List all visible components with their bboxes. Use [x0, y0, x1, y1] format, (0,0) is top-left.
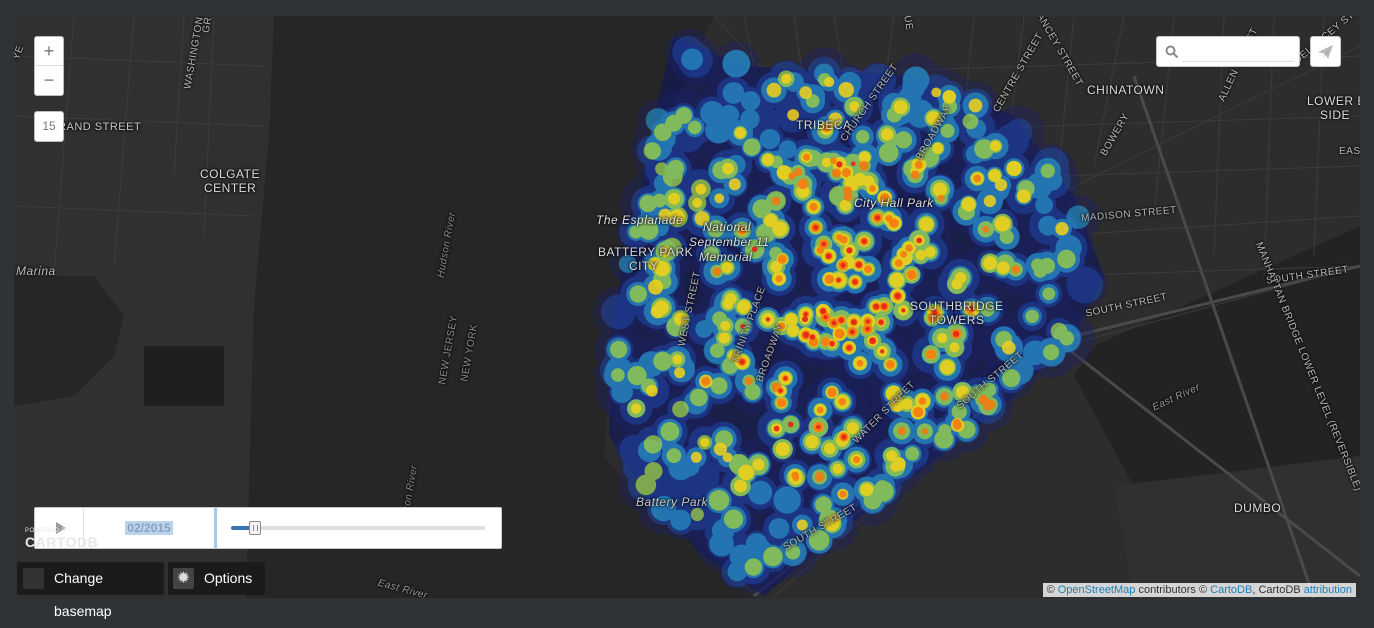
date-label: 02/2015 [125, 521, 173, 535]
map-label-southbridge-1: SOUTHBRIDGE [910, 299, 1004, 313]
zoom-level-indicator: 15 [34, 111, 64, 142]
time-slider-date: 02/2015 [84, 508, 214, 548]
map-label-east: EAST [1339, 146, 1360, 157]
map-label-marina: Marina [16, 264, 56, 278]
map-label-chinatown: CHINATOWN [1087, 83, 1165, 97]
attribution-link[interactable]: attribution [1304, 584, 1352, 596]
zoom-out-button[interactable]: − [35, 66, 63, 94]
map-label-colgate: COLGATE [200, 167, 260, 181]
cartodb-link[interactable]: CartoDB [1210, 584, 1252, 596]
map-label-battery-park: Battery Park [636, 495, 709, 509]
options-label: Options [204, 570, 253, 586]
paper-plane-icon [1318, 45, 1333, 59]
openstreetmap-link[interactable]: OpenStreetMap [1058, 584, 1136, 596]
gear-icon: ✹ [173, 568, 194, 589]
map-label-greenwich: GR [200, 16, 215, 34]
cartodb-logo: POWERED BY CARTODB [25, 528, 98, 549]
slider-track[interactable] [231, 526, 485, 530]
logo-name: CARTODB [25, 534, 99, 550]
slider-handle[interactable] [248, 521, 261, 535]
change-basemap-label: Change basemap [54, 570, 112, 619]
zoom-in-button[interactable]: + [35, 37, 63, 65]
time-slider: 02/2015 [34, 507, 502, 549]
search-icon [1165, 45, 1179, 59]
map-label-dumbo: DUMBO [1234, 501, 1282, 515]
map-label-battery-park-city-2: CITY [629, 259, 659, 273]
map-label-national-2: September 11 [689, 235, 770, 249]
map-label-national-1: National [703, 220, 752, 234]
attribution-middle: contributors © [1135, 584, 1211, 596]
map-label-national-3: Memorial [699, 250, 753, 264]
map-label-lower-east-side-1: LOWER E [1307, 94, 1360, 108]
map-label-battery-park-city-1: BATTERY PARK [598, 245, 694, 259]
options-button[interactable]: ✹ Options [168, 562, 265, 595]
map-label-center: CENTER [204, 181, 257, 195]
map-label-city-hall-park: City Hall Park [854, 196, 934, 210]
map-label-lower-east-side-2: SIDE [1320, 108, 1351, 122]
map-label-southbridge-2: TOWERS [929, 313, 985, 327]
time-slider-divider [214, 508, 217, 548]
basemap-thumbnail-icon [23, 568, 44, 589]
zoom-control: + − [34, 36, 64, 96]
search-input[interactable] [1183, 43, 1293, 62]
attribution-prefix: © [1046, 584, 1058, 596]
share-button[interactable] [1310, 36, 1341, 67]
map-label-ue: UE [901, 16, 915, 32]
map-attribution: © OpenStreetMap contributors © CartoDB, … [1042, 583, 1356, 597]
attribution-after: , CartoDB [1252, 584, 1304, 596]
change-basemap-button[interactable]: Change basemap [17, 562, 164, 619]
search-box[interactable] [1156, 36, 1300, 67]
map-label-esplanade: The Esplanade [596, 213, 684, 227]
